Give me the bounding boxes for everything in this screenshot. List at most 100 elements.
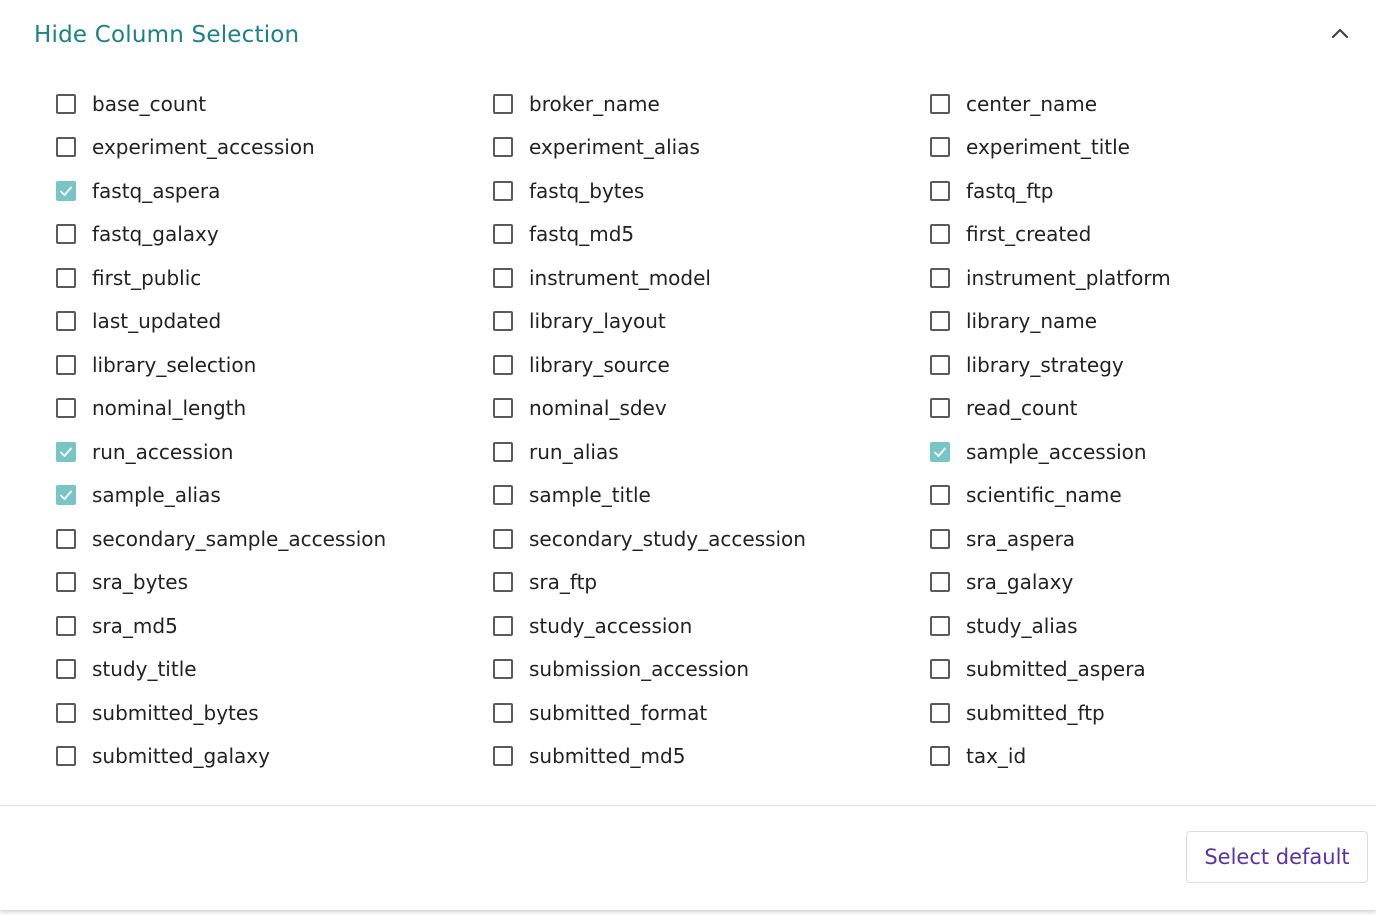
checkbox[interactable] [493, 702, 513, 723]
checkbox[interactable] [930, 659, 950, 680]
checkbox[interactable] [930, 615, 950, 636]
checkbox[interactable] [493, 267, 513, 288]
column-option[interactable]: submitted_aspera [930, 648, 1350, 692]
checkbox[interactable] [493, 93, 513, 114]
checkbox[interactable] [56, 93, 76, 114]
column-option[interactable]: study_title [56, 648, 493, 692]
checkbox[interactable] [56, 354, 76, 375]
checkbox[interactable] [56, 528, 76, 549]
column-option[interactable]: nominal_sdev [493, 387, 930, 431]
checkbox[interactable] [930, 354, 950, 375]
column-option[interactable]: experiment_alias [493, 126, 930, 170]
checkbox[interactable] [493, 528, 513, 549]
checkbox[interactable] [493, 659, 513, 680]
column-option[interactable]: library_selection [56, 343, 493, 387]
checkbox[interactable] [493, 441, 513, 462]
column-option[interactable]: run_alias [493, 430, 930, 474]
checkbox[interactable] [930, 311, 950, 332]
column-option[interactable]: sra_galaxy [930, 561, 1350, 605]
column-option[interactable]: tax_id [930, 735, 1350, 779]
checkbox[interactable] [930, 137, 950, 158]
checkbox[interactable] [930, 485, 950, 506]
column-option[interactable]: sra_ftp [493, 561, 930, 605]
checkbox[interactable] [493, 224, 513, 245]
checkbox[interactable] [493, 485, 513, 506]
checkbox[interactable] [930, 702, 950, 723]
column-option[interactable]: experiment_accession [56, 126, 493, 170]
column-option[interactable]: sra_aspera [930, 517, 1350, 561]
checkbox[interactable] [56, 572, 76, 593]
column-option[interactable]: submitted_format [493, 691, 930, 735]
checkbox[interactable] [56, 398, 76, 419]
column-option[interactable]: nominal_length [56, 387, 493, 431]
checkbox[interactable] [493, 354, 513, 375]
column-option[interactable]: sample_alias [56, 474, 493, 518]
column-option[interactable]: study_alias [930, 604, 1350, 648]
checkbox[interactable] [493, 572, 513, 593]
checkbox[interactable] [930, 528, 950, 549]
checkbox[interactable] [493, 398, 513, 419]
checkbox[interactable] [493, 180, 513, 201]
checkbox[interactable] [493, 746, 513, 767]
column-option[interactable]: study_accession [493, 604, 930, 648]
select-default-button[interactable]: Select default [1186, 831, 1368, 883]
column-option[interactable]: secondary_sample_accession [56, 517, 493, 561]
column-option[interactable]: submission_accession [493, 648, 930, 692]
checkbox[interactable] [930, 180, 950, 201]
checkbox[interactable] [493, 311, 513, 332]
column-option[interactable]: experiment_title [930, 126, 1350, 170]
column-option[interactable]: fastq_ftp [930, 169, 1350, 213]
column-option[interactable]: sample_accession [930, 430, 1350, 474]
checkbox[interactable] [493, 615, 513, 636]
column-option[interactable]: submitted_galaxy [56, 735, 493, 779]
column-option[interactable]: instrument_model [493, 256, 930, 300]
column-option-label: submitted_format [529, 700, 708, 725]
column-option[interactable]: library_source [493, 343, 930, 387]
column-option[interactable]: center_name [930, 82, 1350, 126]
checkbox[interactable] [56, 311, 76, 332]
column-option[interactable]: library_layout [493, 300, 930, 344]
column-option[interactable]: fastq_md5 [493, 213, 930, 257]
column-option[interactable]: library_name [930, 300, 1350, 344]
column-option[interactable]: broker_name [493, 82, 930, 126]
column-option[interactable]: fastq_aspera [56, 169, 493, 213]
column-option[interactable]: instrument_platform [930, 256, 1350, 300]
checkbox[interactable] [56, 659, 76, 680]
checkbox[interactable] [930, 93, 950, 114]
checkbox[interactable] [493, 137, 513, 158]
checkbox[interactable] [56, 702, 76, 723]
column-option[interactable]: run_accession [56, 430, 493, 474]
column-option[interactable]: read_count [930, 387, 1350, 431]
column-option[interactable]: sample_title [493, 474, 930, 518]
checkbox[interactable] [56, 224, 76, 245]
checkbox[interactable] [56, 137, 76, 158]
checkbox[interactable] [930, 398, 950, 419]
checkbox[interactable] [930, 572, 950, 593]
column-option[interactable]: fastq_galaxy [56, 213, 493, 257]
column-option[interactable]: library_strategy [930, 343, 1350, 387]
chevron-up-icon[interactable] [1328, 22, 1352, 46]
column-option[interactable]: fastq_bytes [493, 169, 930, 213]
column-option[interactable]: submitted_md5 [493, 735, 930, 779]
column-option[interactable]: scientific_name [930, 474, 1350, 518]
column-option[interactable]: sra_bytes [56, 561, 493, 605]
column-option[interactable]: sra_md5 [56, 604, 493, 648]
column-option[interactable]: first_public [56, 256, 493, 300]
checkbox[interactable] [930, 224, 950, 245]
column-option[interactable]: first_created [930, 213, 1350, 257]
checkbox[interactable] [56, 746, 76, 767]
column-option[interactable]: last_updated [56, 300, 493, 344]
checkbox[interactable] [930, 746, 950, 767]
panel-header[interactable]: Hide Column Selection [0, 0, 1376, 78]
column-option[interactable]: base_count [56, 82, 493, 126]
checkbox[interactable] [930, 267, 950, 288]
column-option[interactable]: submitted_bytes [56, 691, 493, 735]
checkbox-checked[interactable] [56, 441, 76, 462]
column-option[interactable]: submitted_ftp [930, 691, 1350, 735]
checkbox-checked[interactable] [56, 485, 76, 506]
checkbox[interactable] [56, 615, 76, 636]
checkbox-checked[interactable] [56, 180, 76, 201]
column-option[interactable]: secondary_study_accession [493, 517, 930, 561]
checkbox[interactable] [56, 267, 76, 288]
checkbox-checked[interactable] [930, 441, 950, 462]
